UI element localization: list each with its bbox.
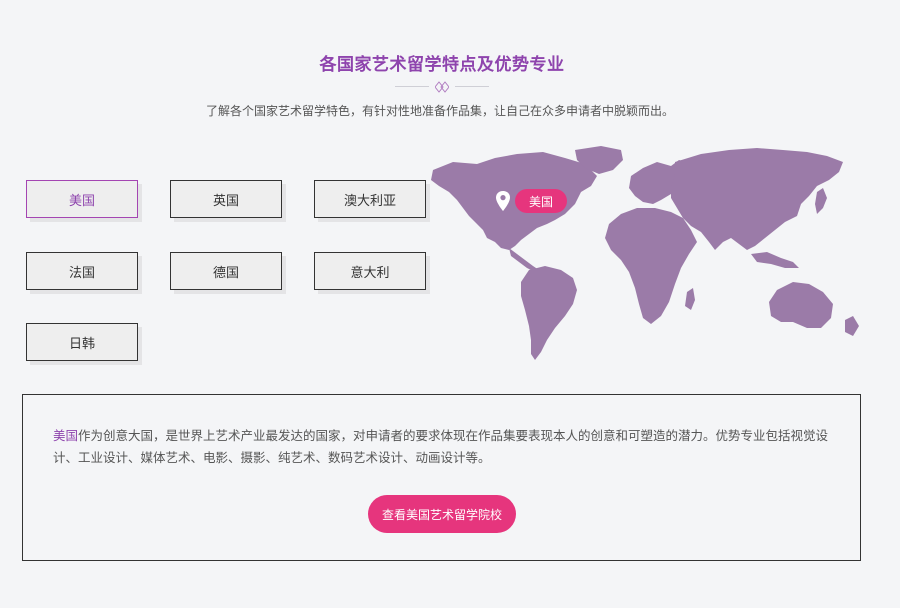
map-pin-label: 美国 <box>515 189 567 213</box>
southeast-asia-islands-shape <box>751 252 799 268</box>
world-map <box>431 146 859 360</box>
view-schools-button[interactable]: 查看美国艺术留学院校 <box>368 495 516 533</box>
section-title: 各国家艺术留学特点及优势专业 <box>319 55 565 75</box>
country-description: 美国作为创意大国，是世界上艺术产业最发达的国家，对申请者的要求体现在作品集要表现… <box>53 425 833 469</box>
divider-line-left <box>395 86 429 87</box>
tab-germany[interactable]: 德国 <box>170 252 282 290</box>
tab-italy[interactable]: 意大利 <box>314 252 426 290</box>
country-features-section: 各国家艺术留学特点及优势专业 了解各个国家艺术留学特色，有针对性地准备作品集，让… <box>0 0 900 608</box>
central-america-shape <box>509 248 539 272</box>
new-zealand-shape <box>845 316 859 336</box>
title-divider <box>395 81 489 93</box>
tab-japan-korea[interactable]: 日韩 <box>26 323 138 361</box>
tab-usa[interactable]: 美国 <box>26 180 138 218</box>
south-america-shape <box>521 266 577 360</box>
north-america-shape <box>431 152 597 250</box>
australia-shape <box>769 282 833 328</box>
divider-line-right <box>455 86 489 87</box>
diamond-ornament-icon <box>435 81 449 93</box>
section-subtitle: 了解各个国家艺术留学特色，有针对性地准备作品集，让自己在众多申请者中脱颖而出。 <box>205 104 674 118</box>
tab-france[interactable]: 法国 <box>26 252 138 290</box>
country-description-panel: 美国作为创意大国，是世界上艺术产业最发达的国家，对申请者的要求体现在作品集要表现… <box>22 394 861 561</box>
country-highlight: 美国 <box>53 428 79 443</box>
tab-uk[interactable]: 英国 <box>170 180 282 218</box>
japan-shape <box>815 188 827 214</box>
madagascar-shape <box>685 288 695 310</box>
africa-shape <box>605 208 697 324</box>
map-pin-icon <box>496 191 510 211</box>
country-description-text: 作为创意大国，是世界上艺术产业最发达的国家，对申请者的要求体现在作品集要表现本人… <box>53 428 829 465</box>
tab-australia[interactable]: 澳大利亚 <box>314 180 426 218</box>
